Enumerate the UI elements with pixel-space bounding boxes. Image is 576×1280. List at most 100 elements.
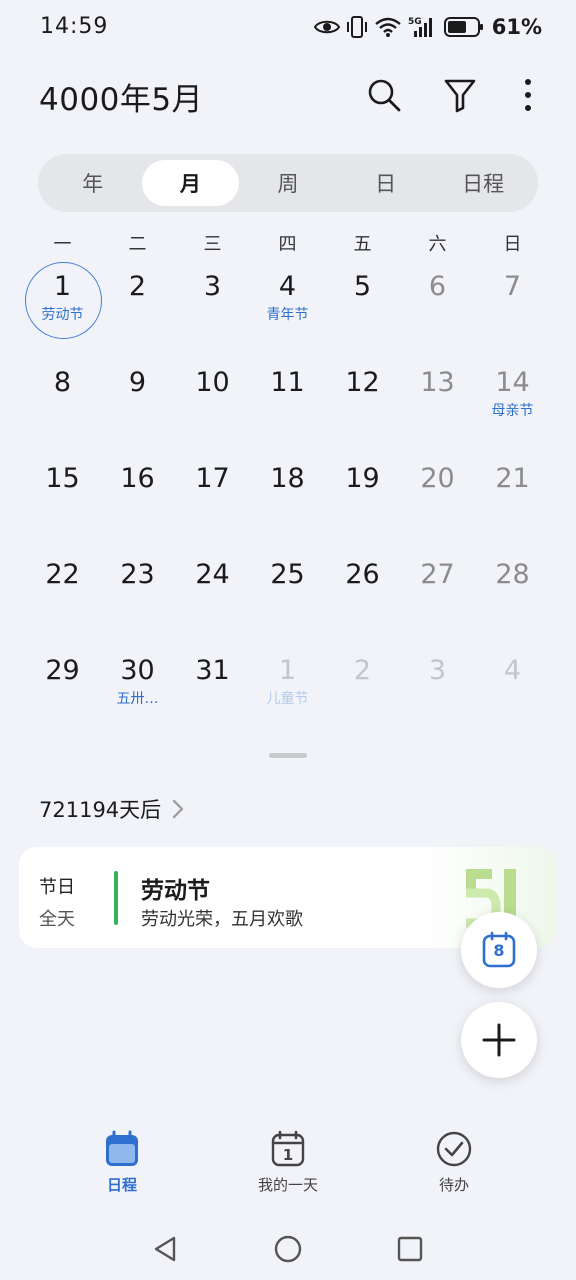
calendar-day[interactable]: 26	[325, 546, 400, 642]
day-number: 15	[45, 463, 80, 494]
day-number: 28	[495, 559, 530, 590]
day-number: 24	[195, 559, 230, 590]
calendar-day[interactable]: 4	[475, 642, 550, 738]
nav-label: 日程	[106, 1176, 137, 1194]
calendar-day[interactable]: 17	[175, 450, 250, 546]
wifi-icon	[374, 16, 402, 38]
chevron-right-icon	[172, 799, 184, 819]
back-triangle-icon	[154, 1236, 176, 1262]
calendar-day[interactable]: 18	[250, 450, 325, 546]
calendar-day[interactable]: 10	[175, 354, 250, 450]
search-icon	[368, 79, 401, 112]
event-time: 全天	[39, 909, 75, 930]
calendar-day[interactable]: 15	[25, 450, 100, 546]
day-festival-label: 五卅…	[116, 691, 159, 707]
day-festival-label: 劳动节	[41, 307, 84, 323]
day-number: 23	[120, 559, 155, 590]
day-number: 27	[420, 559, 455, 590]
calendar-day[interactable]: 5	[325, 258, 400, 354]
weekday-label: 一	[53, 234, 72, 255]
calendar-day[interactable]: 20	[400, 450, 475, 546]
calendar-day[interactable]: 30 五卅…	[100, 642, 175, 738]
weekday-label: 五	[353, 234, 372, 255]
calendar-day[interactable]: 14 母亲节	[475, 354, 550, 450]
calendar-day[interactable]: 7	[475, 258, 550, 354]
calendar-day[interactable]: 4 青年节	[250, 258, 325, 354]
home-circle-icon	[274, 1235, 302, 1263]
today-number: 8	[493, 941, 505, 960]
drag-handle[interactable]	[269, 753, 307, 758]
tab-week[interactable]: 周	[239, 160, 337, 206]
calendar-day-today[interactable]: 1 劳动节	[25, 258, 102, 354]
day-number: 17	[195, 463, 230, 494]
check-circle-icon	[436, 1131, 472, 1167]
day-number: 2	[128, 271, 147, 302]
vibrate-icon	[346, 15, 368, 39]
day-number: 10	[195, 367, 230, 398]
calendar-day[interactable]: 23	[100, 546, 175, 642]
day-number: 20	[420, 463, 455, 494]
add-event-button[interactable]	[461, 1002, 537, 1078]
day-number: 21	[495, 463, 530, 494]
weekday-header: 一 二 三 四 五 六 日	[25, 232, 550, 258]
calendar-day[interactable]: 1 儿童节	[250, 642, 325, 738]
countdown-row[interactable]: 721194天后	[39, 794, 185, 824]
bottom-nav: 日程 1 我的一天 待办	[0, 1130, 576, 1210]
calendar-day[interactable]: 24	[175, 546, 250, 642]
calendar-day[interactable]: 11	[250, 354, 325, 450]
day-number: 14	[495, 367, 530, 398]
day-number: 8	[53, 367, 72, 398]
filter-button[interactable]	[437, 72, 483, 118]
nav-item-todo[interactable]: 待办	[399, 1130, 509, 1195]
calendar-day[interactable]: 27	[400, 546, 475, 642]
day-number: 6	[428, 271, 447, 302]
event-color-bar	[114, 871, 118, 925]
calendar-day[interactable]: 31	[175, 642, 250, 738]
day-number: 4	[278, 271, 297, 302]
back-button[interactable]	[148, 1232, 182, 1266]
calendar-day[interactable]: 25	[250, 546, 325, 642]
calendar-day[interactable]: 21	[475, 450, 550, 546]
battery-icon	[443, 16, 484, 38]
search-button[interactable]	[361, 72, 407, 118]
tab-agenda[interactable]: 日程	[434, 160, 532, 206]
calendar-day[interactable]: 2	[325, 642, 400, 738]
signal-5g-icon: 5G	[408, 15, 438, 39]
nav-label: 待办	[438, 1176, 469, 1194]
status-icons: 5G 61%	[313, 12, 542, 42]
event-title: 劳动节	[141, 878, 210, 904]
day-festival-label: 青年节	[266, 307, 309, 323]
calendar-day[interactable]: 29	[25, 642, 100, 738]
calendar-day[interactable]: 9	[100, 354, 175, 450]
home-button[interactable]	[271, 1232, 305, 1266]
calendar-day[interactable]: 2	[100, 258, 175, 354]
day-number: 18	[270, 463, 305, 494]
calendar-day[interactable]: 28	[475, 546, 550, 642]
tab-day[interactable]: 日	[337, 160, 435, 206]
battery-percent: 61%	[491, 15, 542, 39]
system-nav-bar	[0, 1226, 576, 1276]
day-festival-label: 母亲节	[491, 403, 534, 419]
nav-item-schedule[interactable]: 日程	[67, 1130, 177, 1195]
more-options-button[interactable]	[505, 72, 551, 118]
calendar-day[interactable]: 3	[175, 258, 250, 354]
calendar-day[interactable]: 8	[25, 354, 100, 450]
recents-button[interactable]	[393, 1232, 427, 1266]
calendar-day[interactable]: 16	[100, 450, 175, 546]
recents-square-icon	[397, 1236, 423, 1262]
calendar-day[interactable]: 19	[325, 450, 400, 546]
nav-label: 我的一天	[257, 1176, 318, 1194]
calendar-day[interactable]: 12	[325, 354, 400, 450]
day-number: 22	[45, 559, 80, 590]
status-time: 14:59	[40, 14, 109, 39]
weekday-label: 三	[203, 234, 222, 255]
day-number: 3	[428, 655, 447, 686]
go-to-today-button[interactable]: 8	[461, 912, 537, 988]
calendar-day[interactable]: 13	[400, 354, 475, 450]
tab-month[interactable]: 月	[141, 160, 240, 206]
calendar-day[interactable]: 22	[25, 546, 100, 642]
nav-item-my-day[interactable]: 1 我的一天	[233, 1130, 343, 1195]
tab-year[interactable]: 年	[44, 160, 142, 206]
calendar-day[interactable]: 6	[400, 258, 475, 354]
calendar-day[interactable]: 3	[400, 642, 475, 738]
